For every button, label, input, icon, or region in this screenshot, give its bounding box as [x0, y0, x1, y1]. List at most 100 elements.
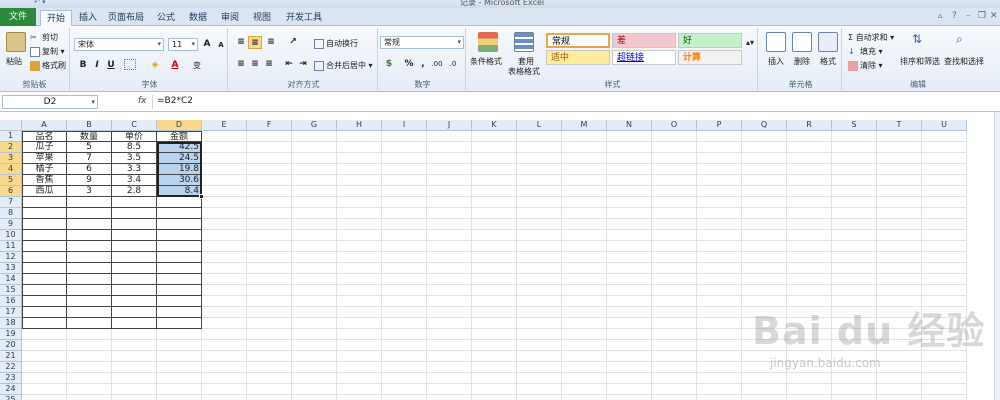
formula-input[interactable]: =B2*C2 — [152, 95, 990, 109]
cell-k5[interactable] — [472, 175, 517, 186]
cell-t3[interactable] — [877, 153, 922, 164]
cell-g12[interactable] — [292, 252, 337, 263]
column-header-g[interactable]: G — [292, 120, 337, 131]
cell-a13[interactable] — [22, 263, 67, 274]
phonetic-button[interactable]: 变 — [190, 59, 204, 72]
cell-d19[interactable] — [157, 329, 202, 340]
cell-r8[interactable] — [787, 208, 832, 219]
cell-j19[interactable] — [427, 329, 472, 340]
cell-a8[interactable] — [22, 208, 67, 219]
cell-d15[interactable] — [157, 285, 202, 296]
cell-l9[interactable] — [517, 219, 562, 230]
cell-n20[interactable] — [607, 340, 652, 351]
cell-n8[interactable] — [607, 208, 652, 219]
cell-d25[interactable] — [157, 395, 202, 400]
cell-r14[interactable] — [787, 274, 832, 285]
cell-d16[interactable] — [157, 296, 202, 307]
cell-c11[interactable] — [112, 241, 157, 252]
cell-c20[interactable] — [112, 340, 157, 351]
cell-r12[interactable] — [787, 252, 832, 263]
format-button[interactable]: 格式 — [820, 56, 836, 67]
cell-m11[interactable] — [562, 241, 607, 252]
cell-k13[interactable] — [472, 263, 517, 274]
tab-file[interactable]: 文件 — [0, 8, 36, 26]
cell-s12[interactable] — [832, 252, 877, 263]
cell-u24[interactable] — [922, 384, 967, 395]
cell-p2[interactable] — [697, 142, 742, 153]
cell-l14[interactable] — [517, 274, 562, 285]
cell-l13[interactable] — [517, 263, 562, 274]
cell-g25[interactable] — [292, 395, 337, 400]
row-header[interactable]: 16 — [0, 296, 22, 307]
close-icon[interactable]: ✕ — [990, 11, 998, 21]
cell-f17[interactable] — [247, 307, 292, 318]
paste-icon[interactable] — [6, 32, 26, 52]
cell-s6[interactable] — [832, 186, 877, 197]
cell-l2[interactable] — [517, 142, 562, 153]
cell-p6[interactable] — [697, 186, 742, 197]
cell-o21[interactable] — [652, 351, 697, 362]
cell-p23[interactable] — [697, 373, 742, 384]
cell-e1[interactable] — [202, 131, 247, 142]
cell-j7[interactable] — [427, 197, 472, 208]
cell-n22[interactable] — [607, 362, 652, 373]
cell-n6[interactable] — [607, 186, 652, 197]
quick-access-toolbar[interactable]: ↶ ▾ — [34, 0, 46, 6]
cell-s4[interactable] — [832, 164, 877, 175]
row-header[interactable]: 17 — [0, 307, 22, 318]
cell-p5[interactable] — [697, 175, 742, 186]
cell-t8[interactable] — [877, 208, 922, 219]
cell-j22[interactable] — [427, 362, 472, 373]
styles-scroll-icon[interactable]: ▴▾ — [746, 38, 754, 47]
column-header-r[interactable]: R — [787, 120, 832, 131]
cell-e19[interactable] — [202, 329, 247, 340]
cell-u13[interactable] — [922, 263, 967, 274]
cell-n21[interactable] — [607, 351, 652, 362]
cell-g6[interactable] — [292, 186, 337, 197]
column-header-b[interactable]: B — [67, 120, 112, 131]
cell-m23[interactable] — [562, 373, 607, 384]
row-header[interactable]: 5 — [0, 175, 22, 186]
tab-developer[interactable]: 开发工具 — [282, 10, 326, 26]
cell-p8[interactable] — [697, 208, 742, 219]
cell-j23[interactable] — [427, 373, 472, 384]
cell-d6[interactable]: 8.4 — [157, 186, 202, 197]
align-top-icon[interactable]: ≡ — [234, 36, 248, 49]
cell-d14[interactable] — [157, 274, 202, 285]
cell-f10[interactable] — [247, 230, 292, 241]
cell-c7[interactable] — [112, 197, 157, 208]
cell-s2[interactable] — [832, 142, 877, 153]
cell-h9[interactable] — [337, 219, 382, 230]
cell-h20[interactable] — [337, 340, 382, 351]
cell-h13[interactable] — [337, 263, 382, 274]
cell-h10[interactable] — [337, 230, 382, 241]
cell-e25[interactable] — [202, 395, 247, 400]
cell-i11[interactable] — [382, 241, 427, 252]
cell-e10[interactable] — [202, 230, 247, 241]
cell-m18[interactable] — [562, 318, 607, 329]
find-select-button[interactable]: 查找和选择 — [944, 56, 984, 67]
style-neutral[interactable]: 适中 — [546, 50, 610, 65]
cell-i4[interactable] — [382, 164, 427, 175]
cell-d11[interactable] — [157, 241, 202, 252]
cell-u9[interactable] — [922, 219, 967, 230]
align-bottom-icon[interactable]: ≡ — [264, 36, 278, 49]
cell-t23[interactable] — [877, 373, 922, 384]
cell-g13[interactable] — [292, 263, 337, 274]
cell-b21[interactable] — [67, 351, 112, 362]
cell-p15[interactable] — [697, 285, 742, 296]
cell-j17[interactable] — [427, 307, 472, 318]
cell-p21[interactable] — [697, 351, 742, 362]
cell-k8[interactable] — [472, 208, 517, 219]
cell-i1[interactable] — [382, 131, 427, 142]
cell-a4[interactable]: 橘子 — [22, 164, 67, 175]
cell-r3[interactable] — [787, 153, 832, 164]
cell-r7[interactable] — [787, 197, 832, 208]
cell-i16[interactable] — [382, 296, 427, 307]
cell-d10[interactable] — [157, 230, 202, 241]
cell-k25[interactable] — [472, 395, 517, 400]
grow-font-button[interactable]: A — [200, 38, 214, 51]
cell-f1[interactable] — [247, 131, 292, 142]
row-header[interactable]: 13 — [0, 263, 22, 274]
cell-r6[interactable] — [787, 186, 832, 197]
